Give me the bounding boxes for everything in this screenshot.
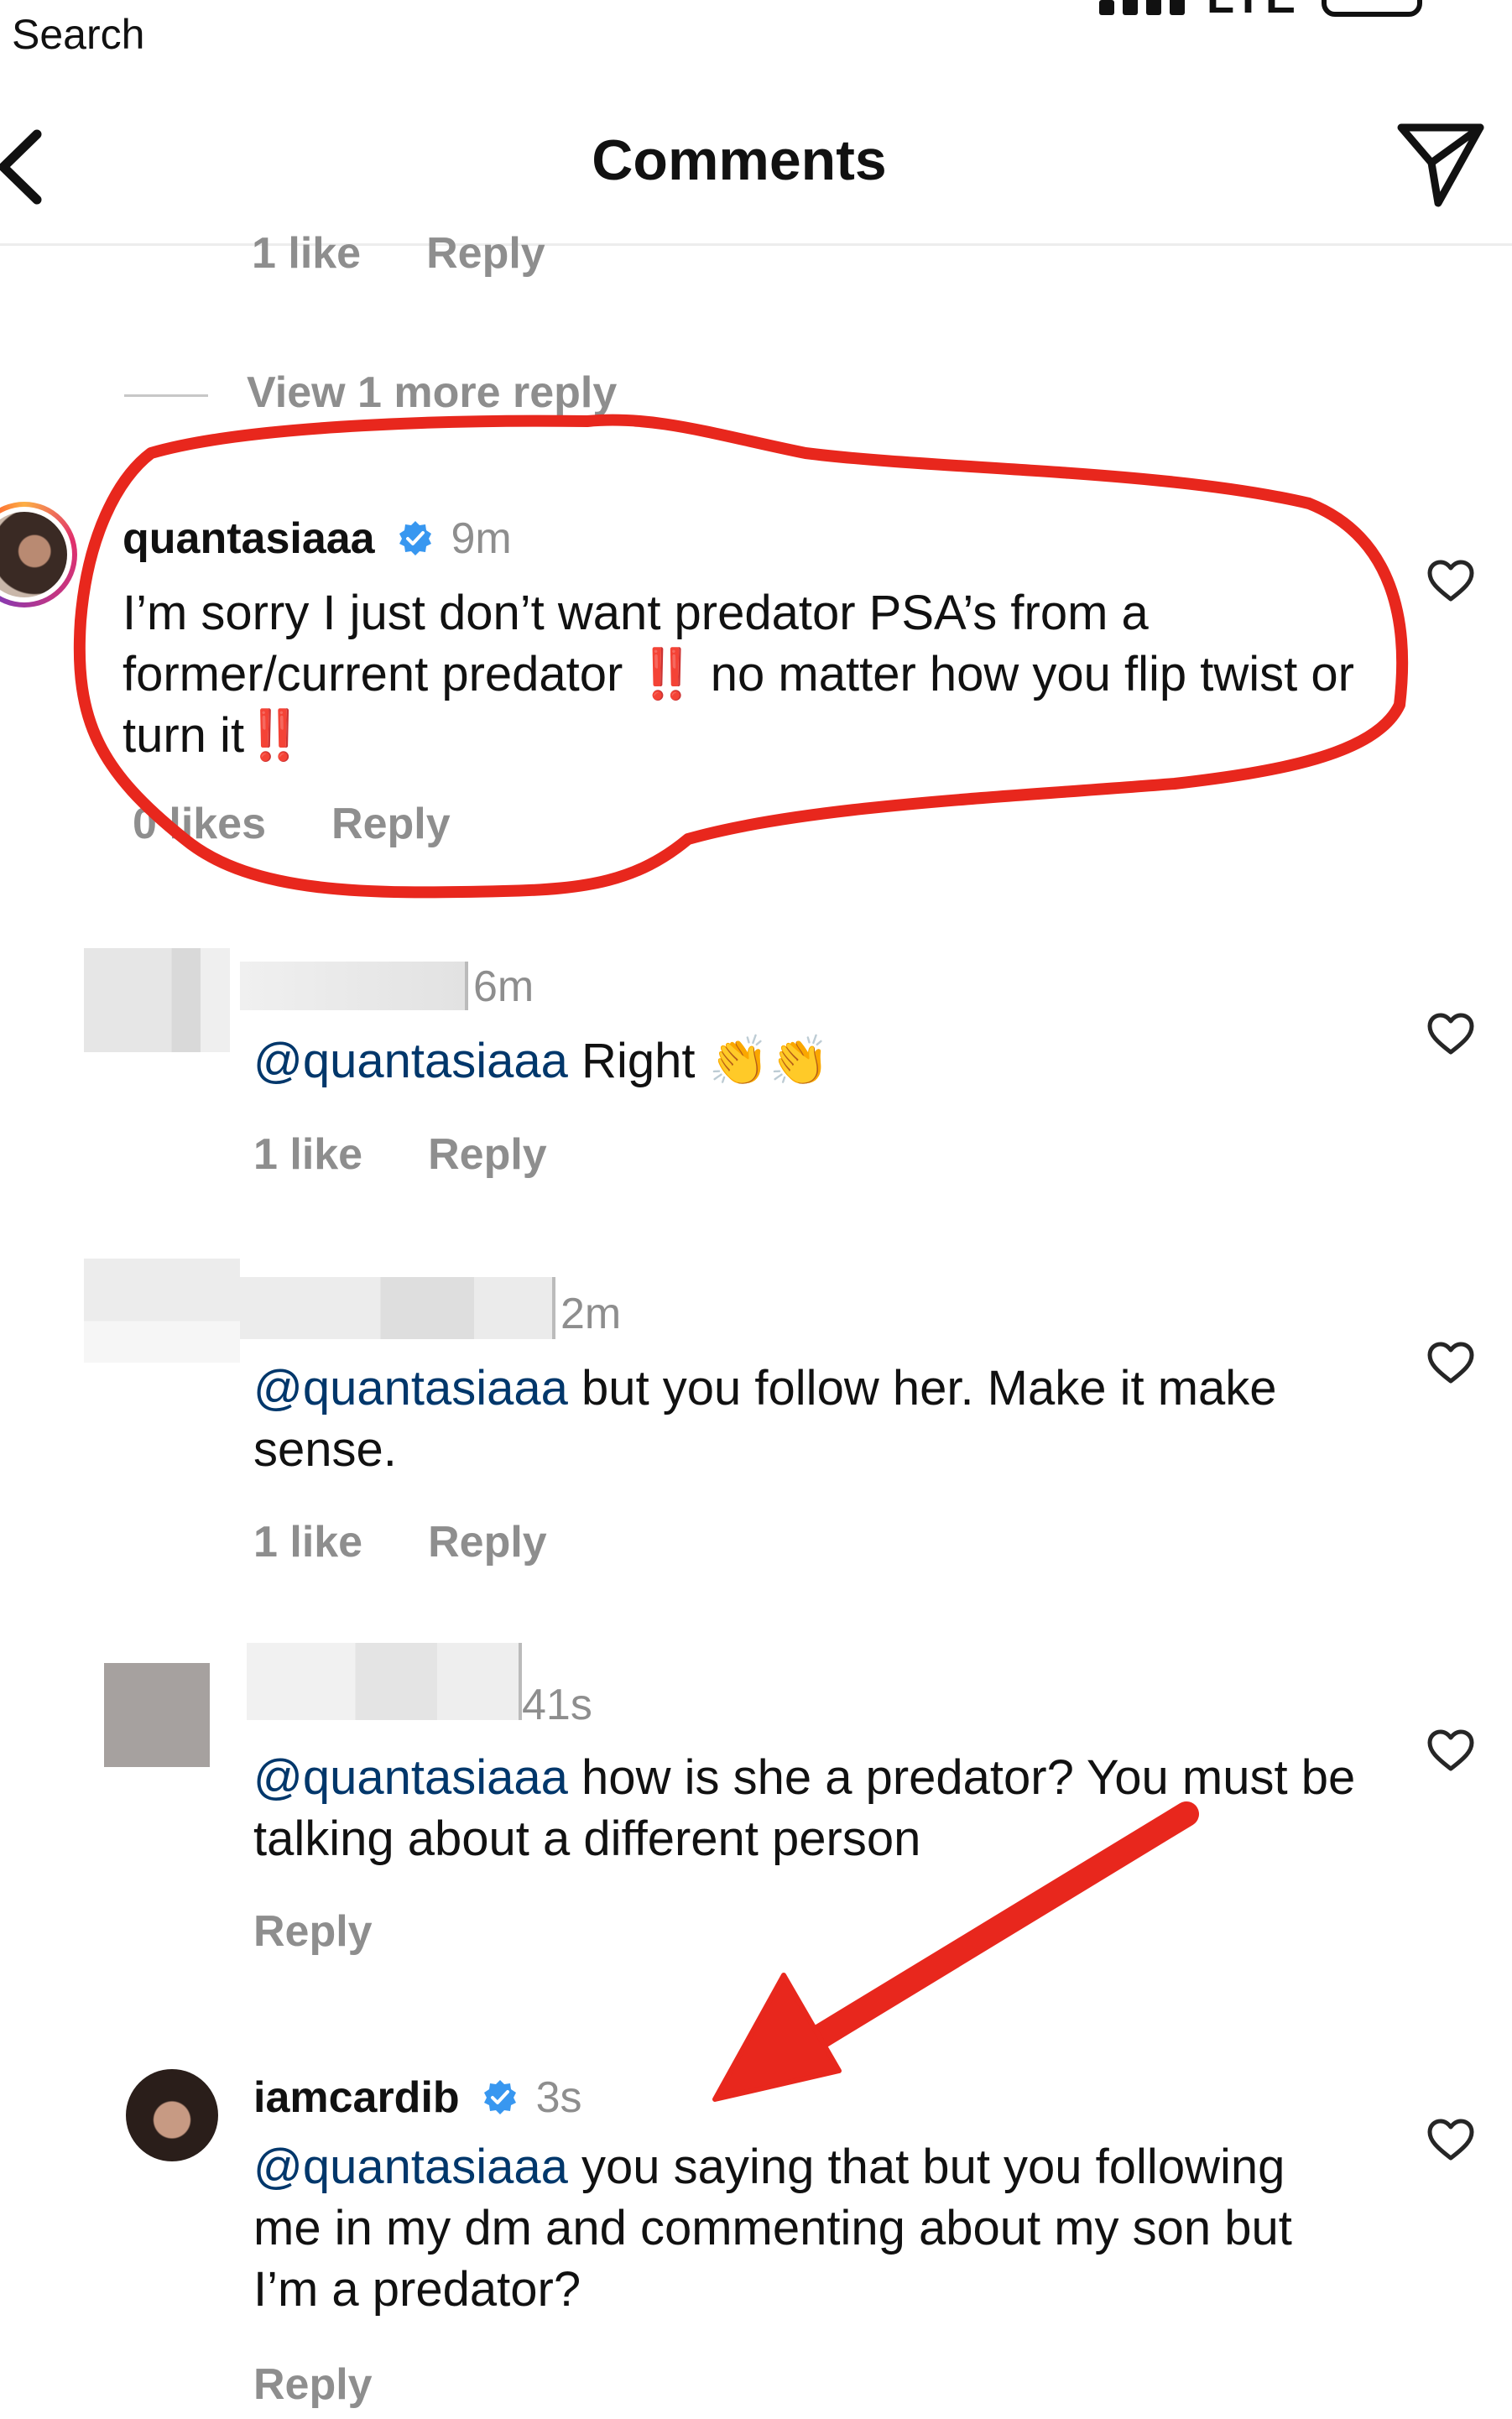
reply-button[interactable]: Reply: [426, 228, 545, 279]
view-more-replies-button[interactable]: View 1 more reply: [124, 368, 617, 418]
top-reply-actions: 1 like Reply: [252, 228, 545, 279]
comment-time: 3s: [535, 2073, 582, 2122]
like-count[interactable]: 1 like: [253, 1129, 362, 1180]
heart-outline-icon[interactable]: [1426, 559, 1475, 604]
comment-text: @quantasiaaa Right 👏👏: [253, 1034, 830, 1088]
redacted-avatar: [84, 948, 230, 1052]
mention-link[interactable]: @quantasiaaa: [253, 1361, 568, 1415]
avatar[interactable]: [126, 2069, 218, 2161]
divider: [124, 394, 208, 397]
verified-badge-icon: [399, 521, 432, 556]
heart-outline-icon[interactable]: [1426, 1728, 1475, 1774]
mention-link[interactable]: @quantasiaaa: [253, 1034, 568, 1088]
redacted-username: [240, 962, 468, 1010]
comment-text: @quantasiaaa but you follow her. Make it…: [253, 1361, 1277, 1477]
like-count[interactable]: 1 like: [253, 1517, 362, 1567]
page-title: Comments: [592, 128, 887, 192]
comment-actions: Reply: [253, 1906, 373, 1957]
comment-actions: 1 like Reply: [253, 1517, 547, 1567]
comment-time: 41s: [522, 1681, 592, 1729]
verified-badge-icon: [484, 2080, 517, 2115]
redacted-avatar: [104, 1663, 210, 1767]
avatar[interactable]: [0, 502, 77, 607]
comment-text: @quantasiaaa you saying that but you fol…: [253, 2140, 1292, 2317]
battery-icon: [1322, 0, 1422, 17]
reply-button[interactable]: Reply: [331, 799, 451, 849]
cellular-signal-icon: [1099, 0, 1191, 15]
comment-actions: Reply: [253, 2359, 373, 2410]
comment-actions: 0 likes Reply: [133, 799, 451, 849]
comment-actions: 1 like Reply: [253, 1129, 547, 1180]
reply-button[interactable]: Reply: [428, 1129, 547, 1180]
redacted-username: [247, 1643, 522, 1720]
annotation-arrow-head: [712, 1973, 842, 2102]
comment-username[interactable]: iamcardib 3s: [253, 2072, 581, 2123]
comment-text: I’m sorry I just don’t want predator PSA…: [123, 586, 1354, 763]
comments-header: Comments: [0, 92, 1512, 246]
mention-link[interactable]: @quantasiaaa: [253, 2140, 568, 2194]
heart-outline-icon[interactable]: [1426, 2118, 1475, 2163]
annotation-overlay: [73, 414, 1409, 2102]
like-count[interactable]: 1 like: [252, 228, 361, 279]
comment-username[interactable]: quantasiaaa 9m: [123, 514, 512, 564]
view-more-label: View 1 more reply: [247, 368, 618, 417]
reply-button[interactable]: Reply: [428, 1517, 547, 1567]
reply-button[interactable]: Reply: [253, 2359, 373, 2410]
comment-time: 2m: [560, 1290, 622, 1338]
comment-time: 6m: [473, 962, 534, 1011]
network-type-label: LTE: [1207, 0, 1299, 23]
redacted-avatar: [84, 1259, 240, 1363]
like-count[interactable]: 0 likes: [133, 799, 266, 849]
heart-outline-icon[interactable]: [1426, 1341, 1475, 1386]
mention-link[interactable]: @quantasiaaa: [253, 1750, 568, 1805]
heart-outline-icon[interactable]: [1426, 1012, 1475, 1057]
comment-text: @quantasiaaa how is she a predator? You …: [253, 1750, 1356, 1866]
comment-time: 9m: [451, 514, 512, 563]
reply-button[interactable]: Reply: [253, 1906, 373, 1957]
redacted-username: [240, 1277, 555, 1339]
status-back-to-search[interactable]: Search: [12, 10, 144, 59]
paper-plane-icon[interactable]: [1395, 117, 1487, 210]
